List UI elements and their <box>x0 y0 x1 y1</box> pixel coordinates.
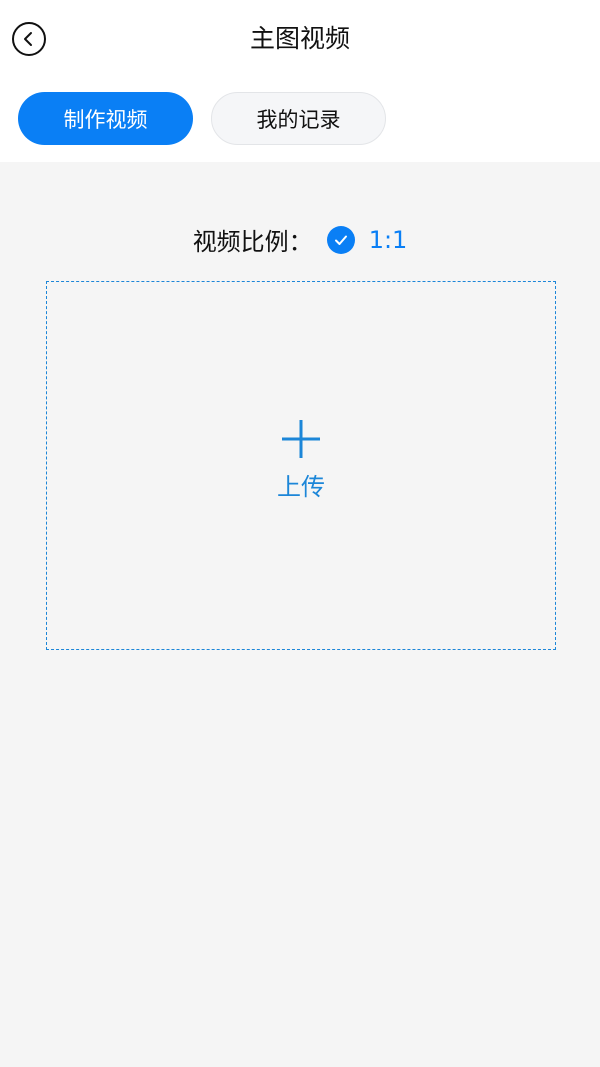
header: 主图视频 <box>0 0 600 78</box>
upload-area[interactable]: 上传 <box>46 281 556 650</box>
ratio-value: 1:1 <box>368 225 408 254</box>
ratio-option-1-1[interactable]: 1:1 <box>326 225 408 254</box>
plus-icon <box>282 420 320 458</box>
tab-bar: 制作视频 我的记录 <box>18 92 386 145</box>
tab-make-video[interactable]: 制作视频 <box>18 92 193 145</box>
ratio-label: 视频比例： <box>192 228 313 256</box>
upload-label: 上传 <box>277 473 325 501</box>
top-bar: 主图视频 制作视频 我的记录 <box>0 0 600 162</box>
check-circle-icon <box>326 225 355 254</box>
video-ratio-row: 视频比例： 1:1 <box>0 222 600 257</box>
page-title: 主图视频 <box>249 24 350 53</box>
tab-my-records[interactable]: 我的记录 <box>211 92 386 145</box>
